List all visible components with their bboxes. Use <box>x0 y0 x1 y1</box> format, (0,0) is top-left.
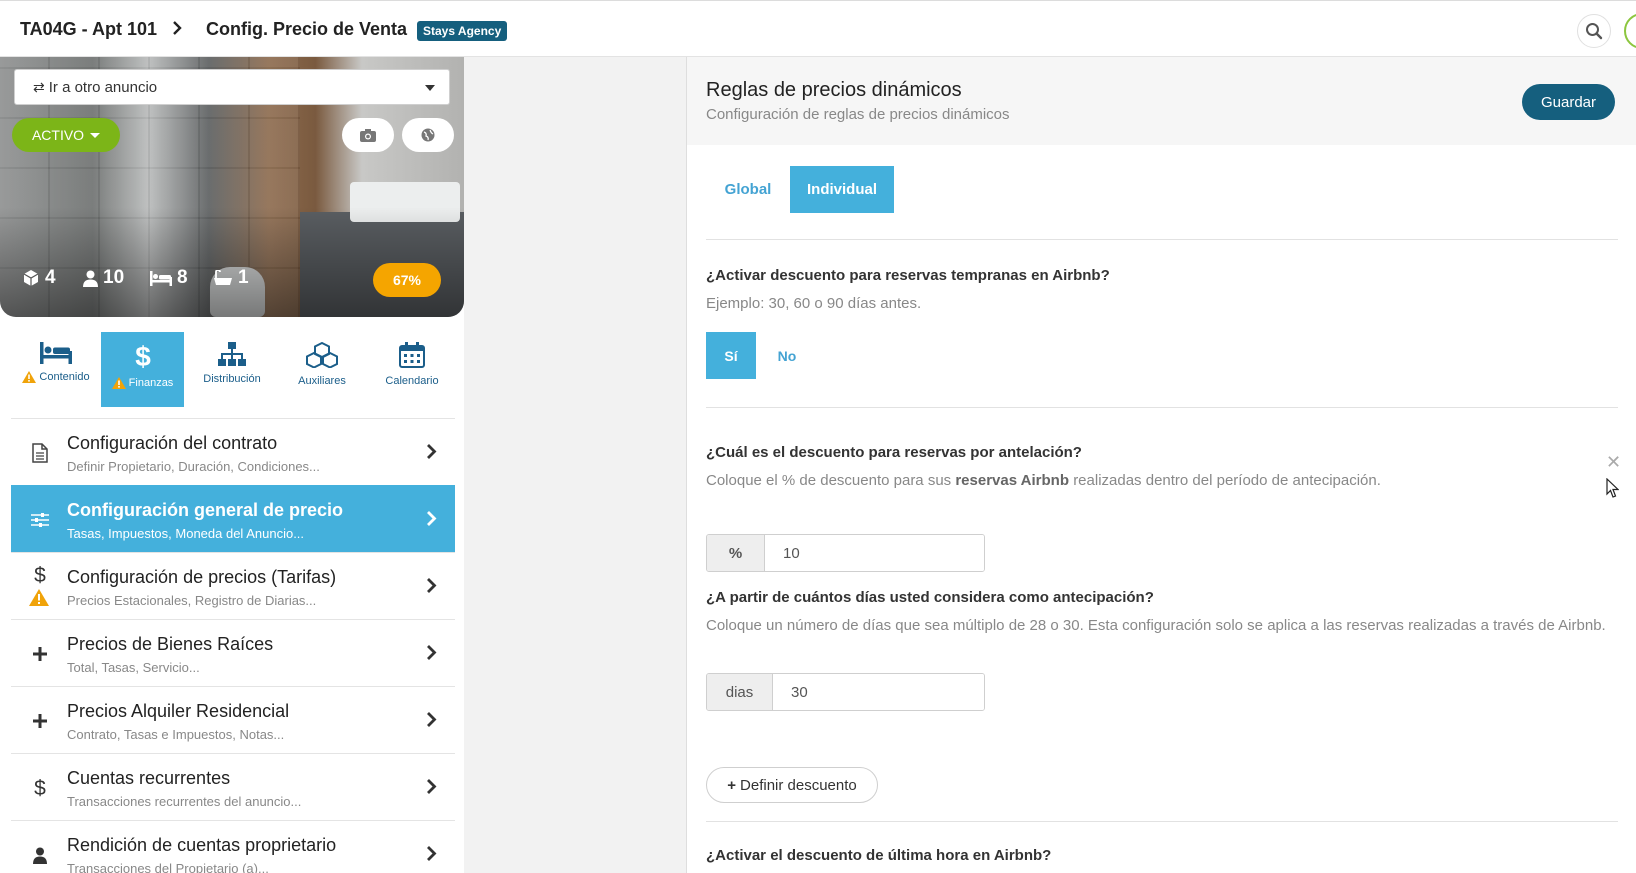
sitemap-icon <box>218 342 246 366</box>
svg-text:$: $ <box>34 777 46 799</box>
swap-icon: ⇄ <box>33 78 45 95</box>
warning-icon <box>22 371 37 383</box>
completion-badge[interactable]: 67% <box>373 263 441 297</box>
top-bar: TA04G - Apt 101 Config. Precio de Venta … <box>0 0 1636 57</box>
dollar-icon: $ <box>29 776 51 800</box>
caret-down-icon <box>90 132 101 138</box>
tab-finanzas[interactable]: $ Finanzas <box>101 332 184 407</box>
warning-icon <box>29 589 49 611</box>
dollar-icon: $ <box>135 342 151 370</box>
finance-menu: Configuración del contrato Definir Propi… <box>11 418 455 873</box>
photos-button[interactable] <box>342 118 394 152</box>
menu-item-real-estate[interactable]: Precios de Bienes Raíces Total, Tasas, S… <box>11 619 455 686</box>
dynamic-pricing-panel: Reglas de precios dinámicos Configuració… <box>686 57 1636 873</box>
listing-switcher-label: Ir a otro anuncio <box>48 78 158 96</box>
chevron-right-icon <box>426 778 437 800</box>
stat-rooms: 4 <box>22 267 56 289</box>
bed-icon <box>40 342 72 364</box>
divider <box>706 821 1618 822</box>
cube-icon <box>23 270 39 286</box>
page-title: Config. Precio de Venta <box>206 19 408 39</box>
tab-global[interactable]: Global <box>706 166 790 213</box>
chevron-right-icon <box>172 21 182 40</box>
user-icon <box>83 270 98 287</box>
bathtub-icon <box>214 269 232 285</box>
menu-item-residential-rent[interactable]: Precios Alquiler Residencial Contrato, T… <box>11 686 455 753</box>
stat-baths: 1 <box>213 267 249 289</box>
status-dropdown[interactable]: ACTIVO <box>12 118 120 152</box>
search-icon <box>1586 23 1603 40</box>
days-input[interactable] <box>773 674 984 710</box>
menu-item-general-price[interactable]: Configuración general de precio Tasas, I… <box>11 485 455 552</box>
last-minute-question: ¿Activar el descuento de última hora en … <box>706 847 1052 864</box>
plus-icon <box>29 642 51 666</box>
menu-item-rates[interactable]: $ Configuración de precios (Tarifas) Pre… <box>11 552 455 619</box>
breadcrumb-listing[interactable]: TA04G - Apt 101 <box>20 19 157 40</box>
plus-icon <box>29 709 51 733</box>
chevron-right-icon <box>426 510 437 532</box>
warning-icon <box>111 377 126 389</box>
discount-input[interactable] <box>765 535 984 571</box>
mouse-cursor-icon <box>1606 478 1619 498</box>
dollar-icon: $ <box>29 563 51 587</box>
chevron-right-icon <box>426 711 437 733</box>
days-question: ¿A partir de cuántos días usted consider… <box>706 589 1154 606</box>
chevron-right-icon <box>426 845 437 867</box>
save-button[interactable]: Guardar <box>1522 84 1615 120</box>
days-input-group: dias <box>706 673 985 711</box>
tab-individual[interactable]: Individual <box>790 166 894 213</box>
tab-contenido[interactable]: Contenido <box>16 332 96 407</box>
chevron-right-icon <box>426 577 437 599</box>
panel-title: Reglas de precios dinámicos <box>706 79 962 101</box>
section-tabs: Contenido $ Finanzas Distribución Auxili… <box>10 332 456 407</box>
define-discount-button[interactable]: + Definir descuento <box>706 767 878 803</box>
close-icon[interactable]: ✕ <box>1606 452 1621 473</box>
website-button[interactable] <box>402 118 454 152</box>
avatar[interactable] <box>1624 13 1636 49</box>
tab-distribucion[interactable]: Distribución <box>192 332 272 407</box>
days-help: Coloque un número de días que sea múltip… <box>706 617 1606 634</box>
panel-subtitle: Configuración de reglas de precios dinám… <box>706 106 1010 123</box>
camera-icon <box>360 128 376 142</box>
percent-addon: % <box>707 535 765 571</box>
early-booking-question: ¿Activar descuento para reservas tempran… <box>706 267 1110 284</box>
early-booking-no-button[interactable]: No <box>756 332 818 379</box>
svg-text:$: $ <box>34 564 46 586</box>
chevron-right-icon <box>426 443 437 465</box>
panel-header: Reglas de precios dinámicos Configuració… <box>687 57 1636 145</box>
discount-question: ¿Cuál es el descuento para reservas por … <box>706 444 1082 461</box>
calendar-icon <box>399 342 425 368</box>
bed-icon <box>150 270 172 286</box>
menu-item-owner-statement[interactable]: Rendición de cuentas proprietario Transa… <box>11 820 455 873</box>
user-icon <box>29 843 51 867</box>
menu-item-contract[interactable]: Configuración del contrato Definir Propi… <box>11 418 455 485</box>
cubes-icon <box>306 342 338 368</box>
listing-sidebar: ⇄ Ir a otro anuncio ACTIVO 4 10 8 1 67% … <box>0 57 464 873</box>
menu-item-recurring[interactable]: $ Cuentas recurrentes Transacciones recu… <box>11 753 455 820</box>
discount-help: Coloque el % de descuento para sus reser… <box>706 472 1381 489</box>
stat-guests: 10 <box>83 267 124 289</box>
svg-text:$: $ <box>135 342 151 370</box>
divider <box>706 407 1618 408</box>
status-label: ACTIVO <box>31 127 85 143</box>
discount-input-group: % <box>706 534 985 572</box>
chevron-right-icon <box>426 644 437 666</box>
content-gap <box>464 57 686 873</box>
sliders-icon <box>29 508 51 532</box>
globe-icon <box>421 128 435 142</box>
listing-photo: ⇄ Ir a otro anuncio ACTIVO 4 10 8 1 67% <box>0 57 464 317</box>
caret-down-icon <box>425 85 435 91</box>
stat-beds: 8 <box>150 267 188 289</box>
tab-auxiliares[interactable]: Auxiliares <box>282 332 362 407</box>
agency-badge: Stays Agency <box>417 21 508 41</box>
search-button[interactable] <box>1577 14 1611 48</box>
listing-switcher[interactable]: ⇄ Ir a otro anuncio <box>14 69 450 105</box>
divider <box>706 239 1618 240</box>
days-addon: dias <box>707 674 773 710</box>
document-icon <box>29 441 51 465</box>
tab-calendario[interactable]: Calendario <box>372 332 452 407</box>
plus-icon: + <box>727 776 737 794</box>
early-booking-yes-button[interactable]: Sí <box>706 332 756 379</box>
early-booking-help: Ejemplo: 30, 60 o 90 días antes. <box>706 295 922 312</box>
